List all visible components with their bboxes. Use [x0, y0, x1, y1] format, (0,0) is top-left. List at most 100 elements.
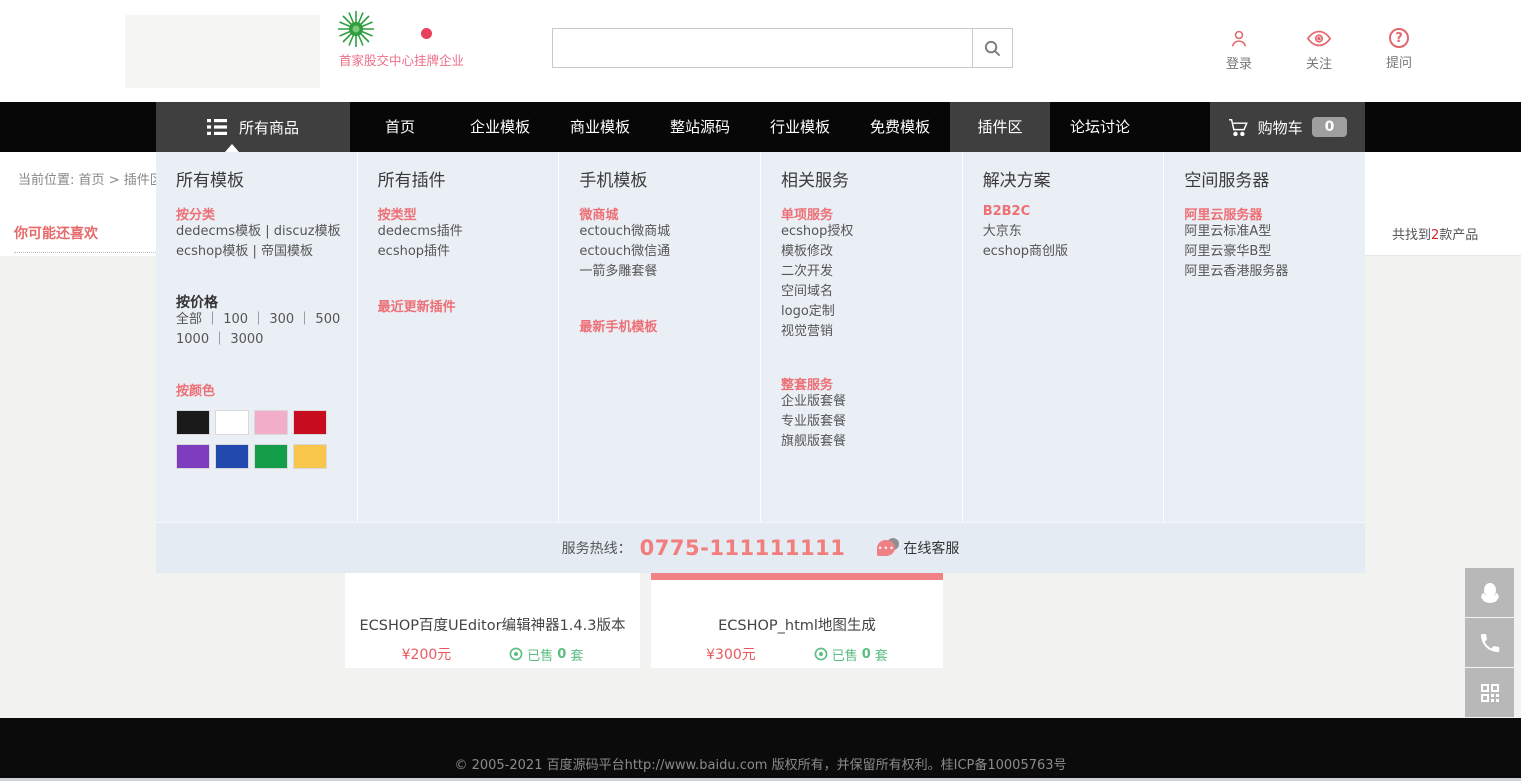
login-button[interactable]: 登录 [1212, 28, 1266, 72]
menu-link[interactable]: 视觉营销 [781, 322, 952, 342]
menu-link[interactable]: ectouch微信通 [579, 242, 750, 262]
all-products-label: 所有商品 [239, 117, 299, 138]
floating-toolbar [1465, 568, 1514, 718]
product-meta: ¥300元 已售 0 套 [651, 644, 943, 664]
cart-button[interactable]: 购物车 0 [1210, 102, 1365, 152]
nav-item-industry-templates[interactable]: 行业模板 [750, 102, 850, 152]
cart-label: 购物车 [1258, 117, 1303, 138]
product-sold: 已售 0 套 [814, 645, 888, 664]
menu-link[interactable]: 二次开发 [781, 262, 952, 282]
column-title: 空间服务器 [1184, 166, 1355, 192]
menu-pointer [225, 144, 239, 152]
menu-link[interactable]: ectouch微商城 [579, 222, 750, 242]
menu-link[interactable]: dedecms模板 | discuz模板 [176, 222, 347, 242]
phone-icon [1478, 631, 1502, 655]
follow-button[interactable]: 关注 [1292, 28, 1346, 72]
menu-link[interactable]: ecshop模板 | 帝国模板 [176, 242, 347, 262]
brand-badge: 首家股交中心挂牌企业 [337, 8, 477, 70]
dotted-divider [14, 252, 156, 253]
nav-item-full-site-source[interactable]: 整站源码 [650, 102, 750, 152]
product-card[interactable]: ECSHOP百度UEditor编辑神器1.4.3版本 ¥200元 已售 0 套 [345, 573, 640, 668]
color-swatch[interactable] [176, 444, 210, 469]
menu-column-mobile-templates: 手机模板 微商城 ectouch微商城 ectouch微信通 一箭多雕套餐 最新… [559, 152, 761, 522]
menu-link[interactable]: ecshop授权 [781, 222, 952, 242]
menu-link[interactable]: 阿里云豪华B型 [1184, 242, 1355, 262]
nav-item-business-templates[interactable]: 商业模板 [550, 102, 650, 152]
breadcrumb-separator: > [109, 173, 120, 188]
latest-mobile-templates-link[interactable]: 最新手机模板 [579, 316, 750, 334]
menu-link[interactable]: 模板修改 [781, 242, 952, 262]
group-heading-by-type: 按类型 [378, 204, 549, 222]
sold-icon [814, 647, 828, 661]
menu-link[interactable]: logo定制 [781, 302, 952, 322]
menu-link[interactable]: 专业版套餐 [781, 412, 952, 432]
page-footer: © 2005-2021 百度源码平台http://www.baidu.com 版… [0, 718, 1521, 778]
price-filter-link[interactable]: 全部 ｜ 100 ｜ 300 ｜ 500 [176, 310, 347, 330]
menu-column-services: 相关服务 单项服务 ecshop授权 模板修改 二次开发 空间域名 logo定制… [761, 152, 963, 522]
site-logo[interactable] [125, 15, 320, 88]
color-swatch[interactable] [293, 410, 327, 435]
recent-plugins-link[interactable]: 最近更新插件 [378, 296, 549, 314]
column-title: 解决方案 [983, 166, 1154, 192]
menu-link[interactable]: ecshop商创版 [983, 242, 1154, 262]
group-heading-by-price: 按价格 [176, 292, 347, 310]
menu-link[interactable]: 企业版套餐 [781, 392, 952, 412]
product-title[interactable]: ECSHOP_html地图生成 [651, 614, 943, 635]
sold-icon [509, 647, 523, 661]
results-count: 共找到2款产品 [1392, 224, 1478, 243]
cart-icon [1228, 118, 1249, 137]
nav-item-enterprise-templates[interactable]: 企业模板 [450, 102, 550, 152]
results-toolbar: 共找到2款产品 [1365, 152, 1521, 256]
menu-link[interactable]: 空间域名 [781, 282, 952, 302]
search-button[interactable] [972, 28, 1013, 68]
color-swatch[interactable] [215, 444, 249, 469]
color-swatch[interactable] [176, 410, 210, 435]
online-support-button[interactable]: ••• 在线客服 [877, 538, 959, 558]
online-support-label: 在线客服 [903, 538, 959, 558]
menu-link[interactable]: ecshop插件 [378, 242, 549, 262]
product-meta: ¥200元 已售 0 套 [345, 644, 640, 664]
color-swatch[interactable] [293, 444, 327, 469]
color-swatch[interactable] [215, 410, 249, 435]
product-title[interactable]: ECSHOP百度UEditor编辑神器1.4.3版本 [345, 614, 640, 635]
brand-dot-icon [421, 28, 432, 39]
ask-button[interactable]: ? 提问 [1372, 28, 1426, 72]
search-bar [552, 28, 1013, 68]
all-products-button[interactable]: 所有商品 [156, 102, 350, 152]
color-swatch[interactable] [254, 444, 288, 469]
nav-item-home[interactable]: 首页 [350, 102, 450, 152]
qrcode-button[interactable] [1465, 668, 1514, 717]
breadcrumb-home-link[interactable]: 首页 [79, 173, 105, 188]
menu-link[interactable]: 阿里云香港服务器 [1184, 262, 1355, 282]
list-icon [207, 119, 227, 135]
group-heading-b2b2c: B2B2C [983, 204, 1154, 222]
qq-icon [1477, 580, 1503, 606]
nav-item-forum[interactable]: 论坛讨论 [1050, 102, 1150, 152]
search-input[interactable] [552, 28, 972, 68]
page-header: 首家股交中心挂牌企业 登录 关注 ? 提问 [0, 0, 1521, 102]
copyright-text: © 2005-2021 百度源码平台http://www.baidu.com 版… [0, 754, 1521, 773]
menu-link[interactable]: 大京东 [983, 222, 1154, 242]
mega-menu-panel: 所有模板 按分类 dedecms模板 | discuz模板 ecshop模板 |… [156, 152, 1365, 573]
product-sold: 已售 0 套 [509, 645, 583, 664]
menu-column-templates: 所有模板 按分类 dedecms模板 | discuz模板 ecshop模板 |… [156, 152, 358, 522]
column-title: 所有模板 [176, 166, 347, 192]
menu-link[interactable]: 一箭多雕套餐 [579, 262, 750, 282]
phone-contact-button[interactable] [1465, 618, 1514, 667]
group-heading-single-services: 单项服务 [781, 204, 952, 222]
mega-menu-columns: 所有模板 按分类 dedecms模板 | discuz模板 ecshop模板 |… [156, 152, 1365, 522]
product-price: ¥200元 [402, 644, 452, 664]
color-swatch-grid [176, 410, 347, 469]
nav-item-plugins[interactable]: 插件区 [950, 102, 1050, 152]
qq-contact-button[interactable] [1465, 568, 1514, 617]
maybe-like-heading: 你可能还喜欢 [14, 223, 98, 243]
menu-link[interactable]: 阿里云标准A型 [1184, 222, 1355, 242]
product-card[interactable]: ECSHOP_html地图生成 ¥300元 已售 0 套 [651, 573, 943, 668]
color-swatch[interactable] [254, 410, 288, 435]
menu-link[interactable]: dedecms插件 [378, 222, 549, 242]
user-icon [1228, 28, 1250, 49]
nav-item-free-templates[interactable]: 免费模板 [850, 102, 950, 152]
menu-link[interactable]: 旗舰版套餐 [781, 432, 952, 452]
search-icon [983, 39, 1002, 58]
price-filter-link[interactable]: 1000 ｜ 3000 [176, 330, 347, 350]
